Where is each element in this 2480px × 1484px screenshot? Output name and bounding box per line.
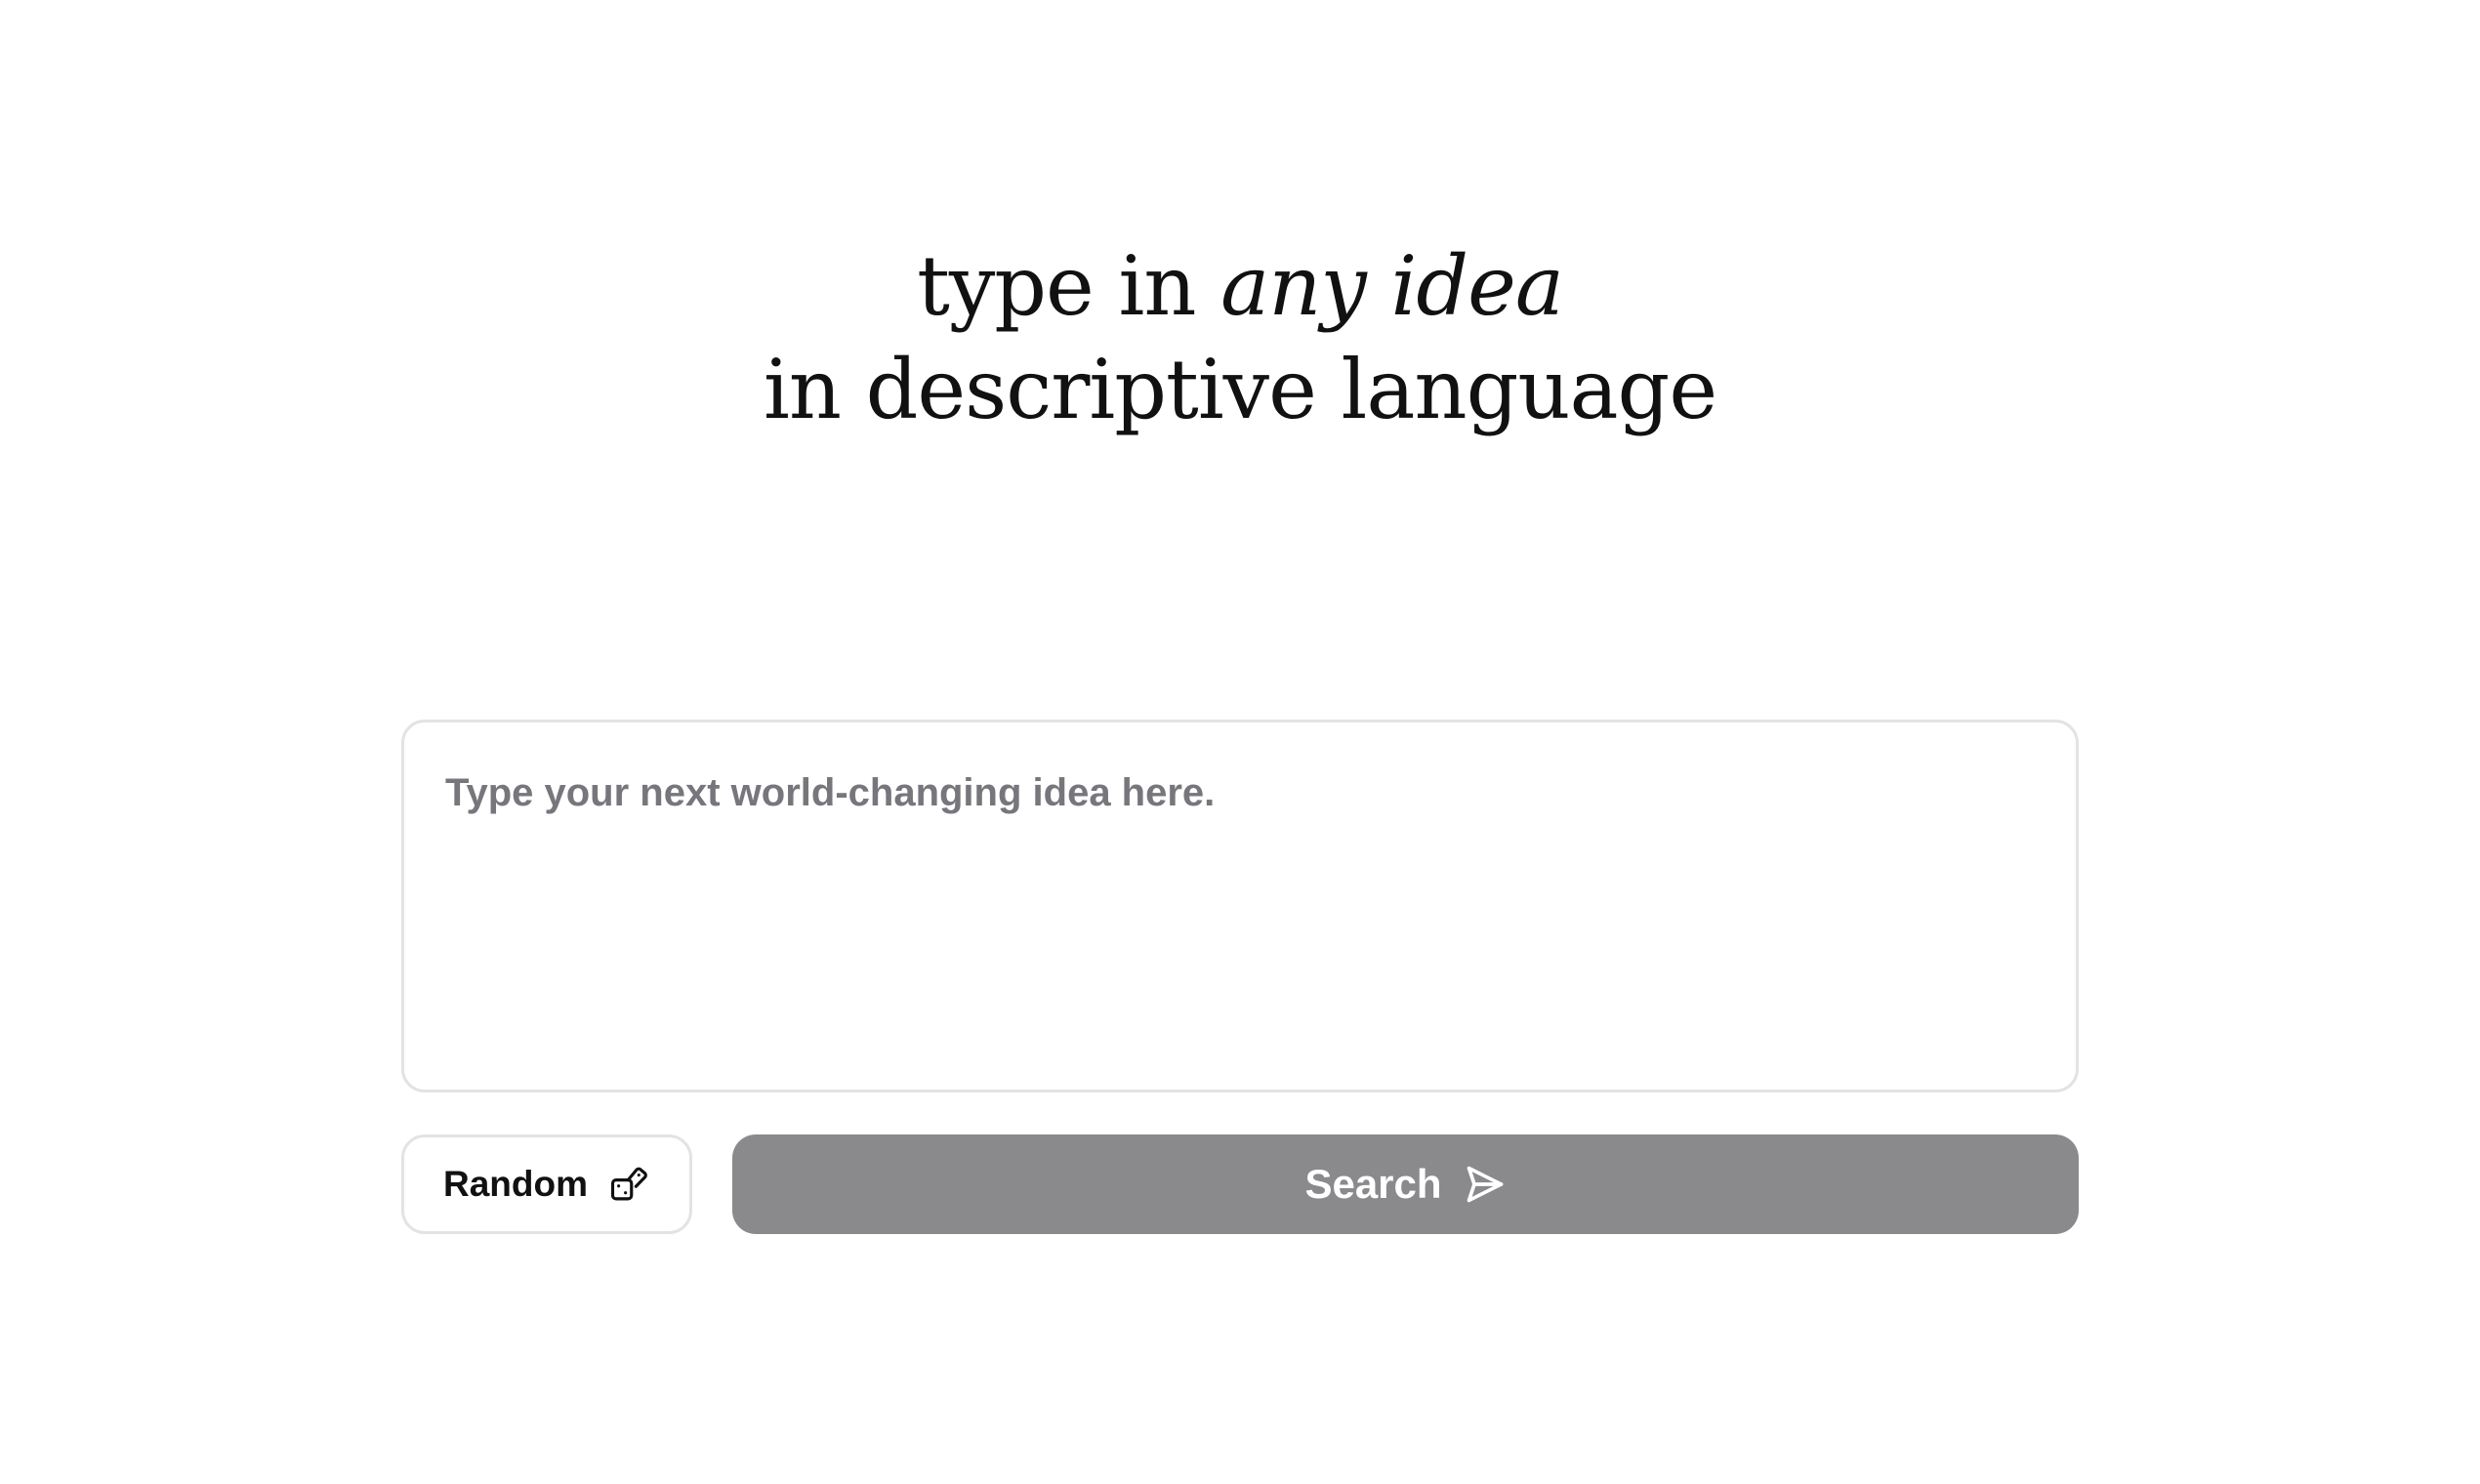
random-button[interactable]: Random <box>401 1134 692 1234</box>
send-icon <box>1464 1163 1507 1206</box>
random-button-label: Random <box>443 1164 588 1204</box>
hero-line-1: type in any idea <box>0 234 2480 338</box>
dice-icon <box>609 1164 650 1205</box>
search-button[interactable]: Search <box>732 1134 2079 1234</box>
hero-line-1-emphasis: any idea <box>1220 238 1564 334</box>
idea-input[interactable] <box>404 722 2076 1090</box>
hero-headline: type in any idea in descriptive language <box>0 234 2480 441</box>
hero-line-1-plain: type in <box>917 238 1221 334</box>
idea-input-container <box>401 720 2079 1092</box>
search-button-label: Search <box>1304 1161 1442 1207</box>
hero-line-2: in descriptive language <box>763 342 1717 437</box>
